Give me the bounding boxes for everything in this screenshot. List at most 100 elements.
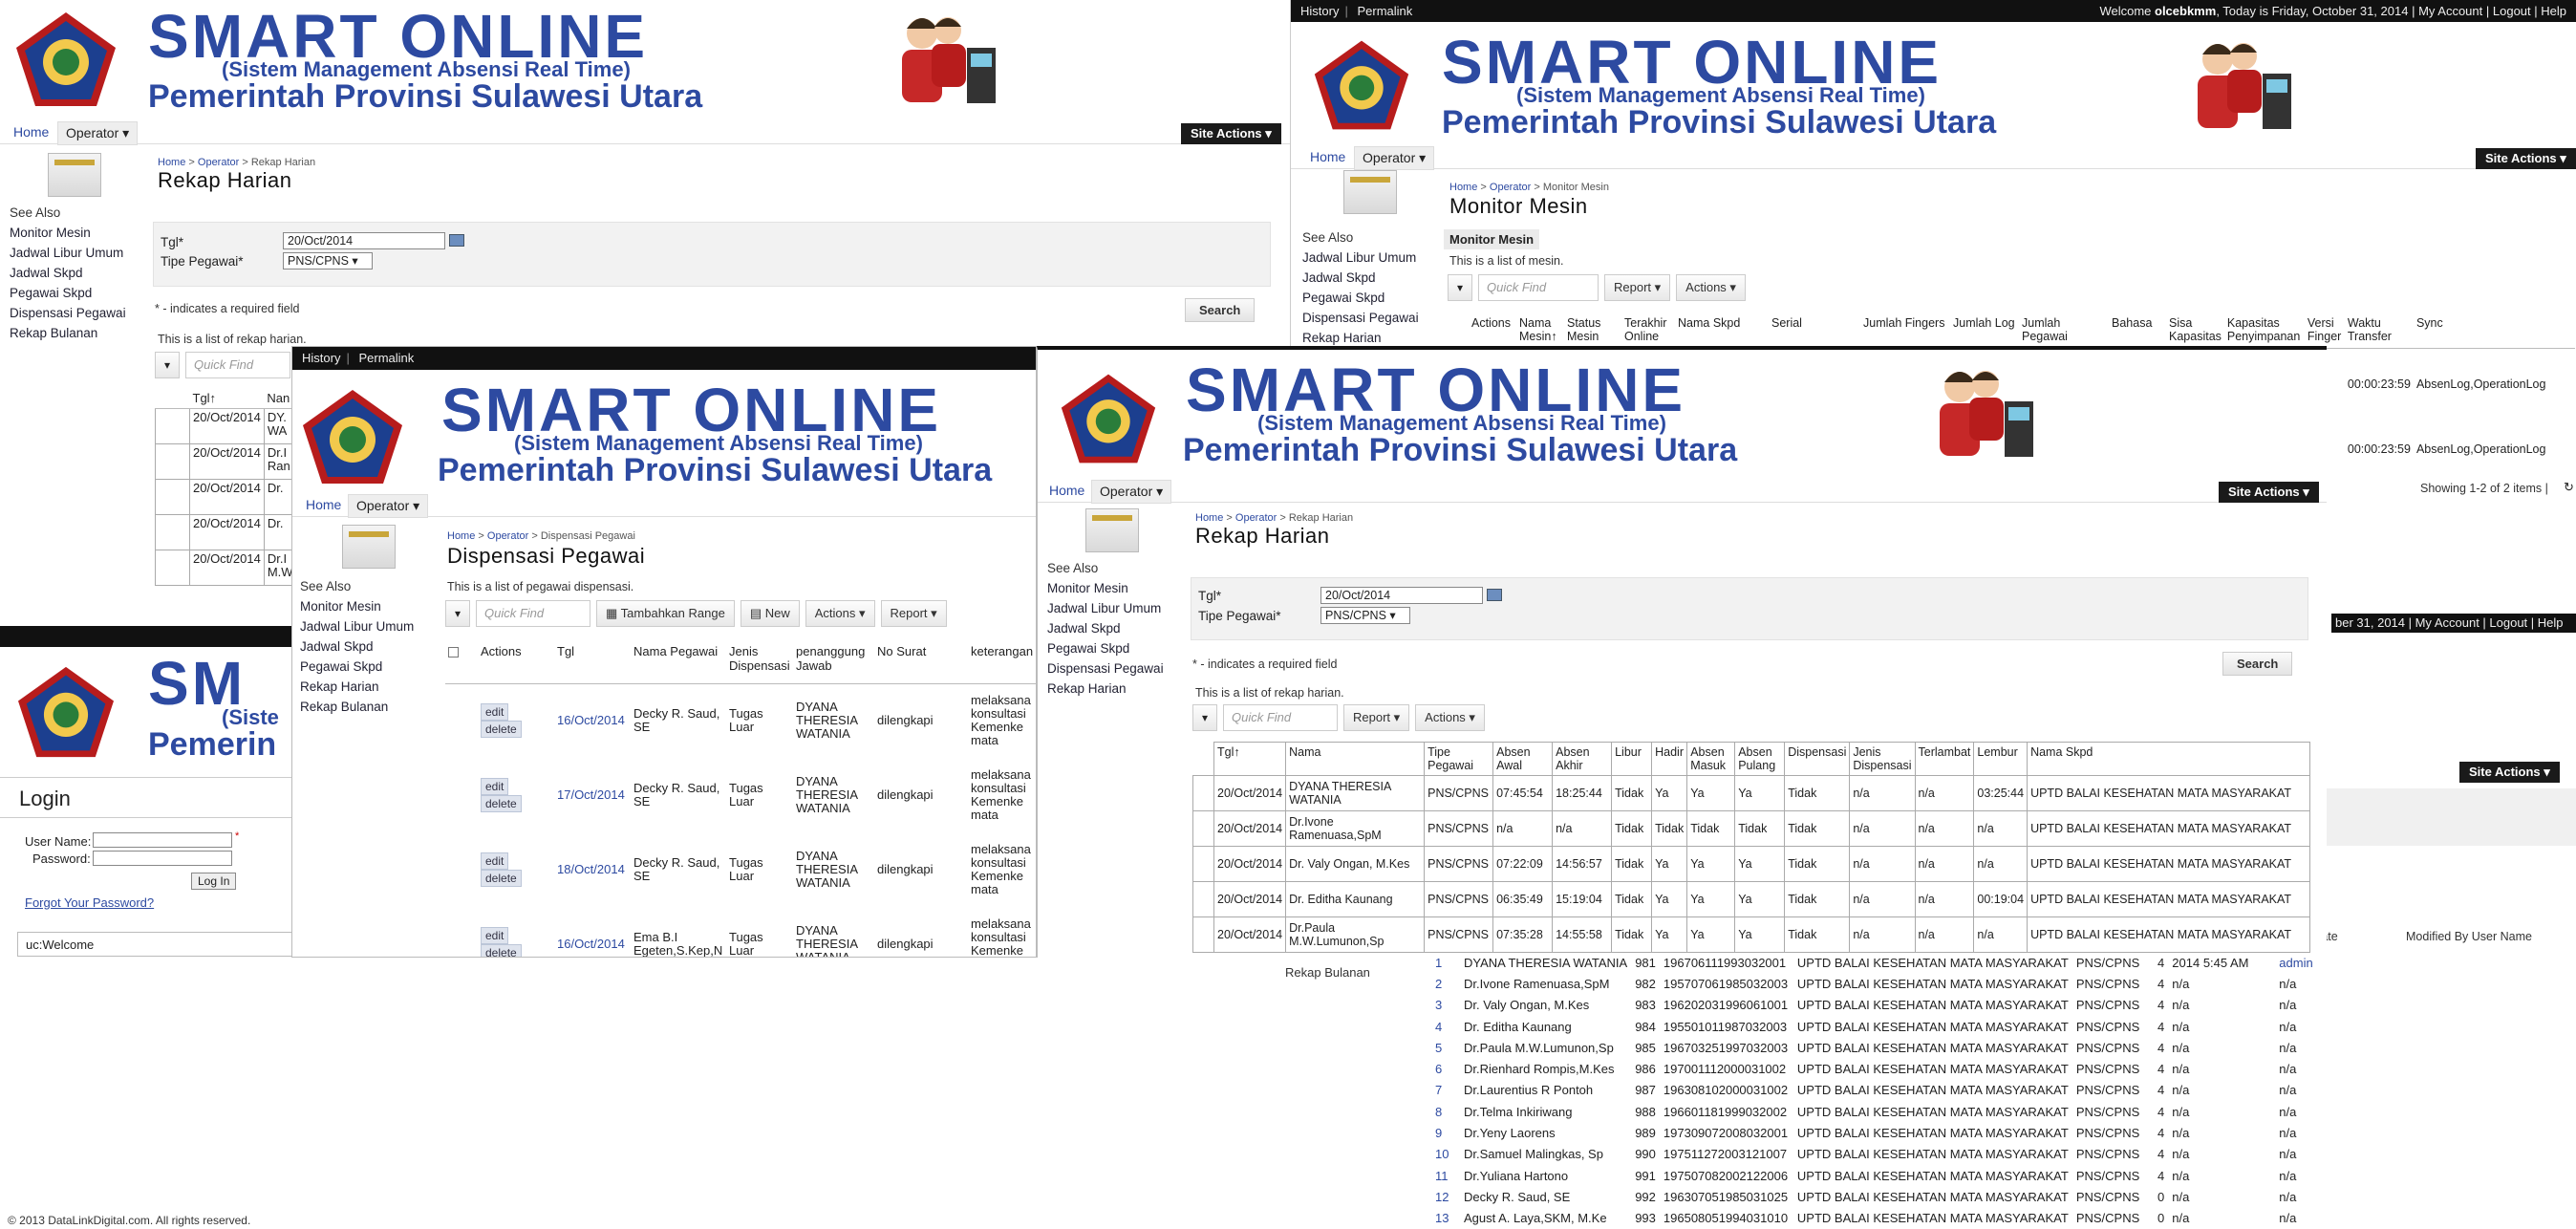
sidebar-item-jadwal-skpd[interactable]: Jadwal Skpd [1302,268,1419,288]
cell[interactable]: 5 [1431,1037,1460,1058]
cell[interactable]: 4 [1431,1016,1460,1037]
list-item[interactable]: 13 Agust A. Laya,SKM, M.Ke 993 196508051994… [1431,1208,2317,1229]
cell[interactable]: 7 [1431,1080,1460,1101]
tgl-link[interactable]: 16/Oct/2014 [554,683,631,758]
col-sync[interactable]: Sync [2413,313,2575,349]
actions-button[interactable]: Actions ▾ [805,600,875,627]
quick-find-input[interactable]: Quick Find [476,600,590,627]
table-row[interactable]: editdelete 16/Oct/2014 Decky R. Saud, SE Tu… [445,683,1036,758]
cell[interactable]: 10 [1431,1144,1460,1165]
password-input[interactable] [93,851,232,866]
table-row[interactable]: editdelete 17/Oct/2014 Decky R. Saud, SE Tu… [445,758,1036,832]
edit-button[interactable]: edit [481,703,509,722]
history-link[interactable]: History [302,351,340,365]
list-item[interactable]: 11 Dr.Yuliana Hartono 991 19750708200212200… [1431,1165,2317,1186]
site-actions-button[interactable]: Site Actions ▾ [2219,482,2319,503]
sidebar-item-pegawai-skpd[interactable]: Pegawai Skpd [1047,638,1164,658]
permalink-link[interactable]: Permalink [358,351,414,365]
table-row[interactable]: 20/Oct/2014 Dr.Paula M.W.Lumunon,Sp PNS/CP… [1192,916,2310,953]
sidebar-item-dispensasi[interactable]: Dispensasi Pegawai [10,303,126,323]
sidebar-item-monitor-mesin[interactable]: Monitor Mesin [1047,578,1164,598]
list-item[interactable]: 5 Dr.Paula M.W.Lumunon,Sp 985 1967032519970… [1431,1037,2317,1058]
row-selector[interactable] [1192,810,1214,847]
col-9[interactable]: Dispensasi [1784,742,1851,776]
cell[interactable]: 13 [1431,1208,1460,1229]
col-terakhir-online[interactable]: Terakhir Online [1621,313,1675,349]
search-button[interactable]: Search [1185,298,1256,322]
tab-monitor-mesin[interactable]: Monitor Mesin [1444,229,1540,249]
col-jumlah-log[interactable]: Jumlah Log [1950,313,2019,349]
tipe-select[interactable]: PNS/CPNS ▾ [1320,607,1410,624]
delete-button[interactable]: delete [481,944,522,957]
list-item[interactable]: 3 Dr. Valy Ongan, M.Kes 983 196202031996061… [1431,995,2317,1016]
chevron-down-icon[interactable]: ▾ [155,352,180,378]
chevron-down-icon[interactable]: ▾ [445,600,470,627]
login-button[interactable]: Log In [191,873,237,890]
col-penanggung-jawab[interactable]: penanggung Jawab [793,641,874,684]
col-nama-mesin[interactable]: Nama Mesin↑ [1516,313,1564,349]
col-jenis-dispensasi[interactable]: Jenis Dispensasi [726,641,793,684]
report-button[interactable]: Report ▾ [880,600,947,627]
col-tgl[interactable]: Tgl↑ [189,388,265,409]
list-item[interactable]: 7 Dr.Laurentius R Pontoh 987 19630810200003… [1431,1080,2317,1101]
col-versi-finger[interactable]: Versi Finger [2304,313,2345,349]
sidebar-item-jadwal-skpd[interactable]: Jadwal Skpd [10,263,126,283]
col-sisa-kapasitas[interactable]: Sisa Kapasitas [2166,313,2224,349]
nav-operator-menu[interactable]: Operator ▾ [1354,146,1435,170]
list-item[interactable]: 12 Decky R. Saud, SE 992 196307051985031025… [1431,1186,2317,1207]
nav-operator-menu[interactable]: Operator ▾ [57,121,139,145]
list-item[interactable]: 4 Dr. Editha Kaunang 984 195501011987032003… [1431,1016,2317,1037]
tipe-select[interactable]: PNS/CPNS ▾ [283,252,373,270]
col-bahasa[interactable]: Bahasa [2109,313,2166,349]
delete-button[interactable]: delete [481,795,522,812]
col-2[interactable]: Tipe Pegawai [1424,742,1494,776]
col-waktu-transfer[interactable]: Waktu Transfer [2344,313,2414,349]
cell[interactable]: 11 [1431,1165,1460,1186]
table-row[interactable]: 20/Oct/2014 Dr. Valy Ongan, M.Kes PNS/CPNS… [1192,846,2310,882]
row-selector[interactable] [1192,916,1214,953]
site-actions-button[interactable]: Site Actions ▾ [1181,123,1281,144]
row-selector[interactable] [1192,775,1214,811]
nav-home[interactable]: Home [1049,483,1084,498]
new-button[interactable]: ▤ New [740,600,800,627]
calendar-icon[interactable] [1487,589,1502,601]
col-status[interactable]: Status Mesin [1564,313,1621,349]
username-input[interactable] [93,832,232,848]
quick-find-input[interactable]: Quick Find [1223,704,1338,731]
sidebar-item-pegawai-skpd[interactable]: Pegawai Skpd [1302,288,1419,308]
sidebar-item-jadwal-skpd[interactable]: Jadwal Skpd [300,636,414,657]
col-12[interactable]: Lembur [1973,742,2029,776]
col-11[interactable]: Terlambat [1914,742,1975,776]
cell[interactable]: 2 [1431,973,1460,994]
col-serial[interactable]: Serial [1769,313,1860,349]
cell[interactable]: 12 [1431,1186,1460,1207]
delete-button[interactable]: delete [481,870,522,887]
col-6[interactable]: Hadir [1651,742,1688,776]
tambahkan-range-button[interactable]: ▦ Tambahkan Range [596,600,735,627]
cell[interactable]: 3 [1431,995,1460,1016]
tgl-input[interactable]: 20/Oct/2014 [283,232,445,249]
col-0[interactable]: Tgl↑ [1213,742,1287,776]
sidebar-item-monitor-mesin[interactable]: Monitor Mesin [10,223,126,243]
col-keterangan[interactable]: keterangan [968,641,1036,684]
list-item[interactable]: 9 Dr.Yeny Laorens 989 197309072008032001 UPT… [1431,1122,2317,1143]
table-row[interactable]: 20/Oct/2014 DYANA THERESIA WATANIA PNS/CPN… [1192,775,2310,811]
sidebar-item-dispensasi[interactable]: Dispensasi Pegawai [1047,658,1164,679]
sidebar-item-pegawai-skpd[interactable]: Pegawai Skpd [300,657,414,677]
col-3[interactable]: Absen Awal [1492,742,1554,776]
delete-button[interactable]: delete [481,721,522,739]
sidebar-item-rekap-harian[interactable]: Rekap Harian [300,677,414,697]
nav-operator-menu[interactable]: Operator ▾ [348,494,429,518]
sidebar-item-dispensasi[interactable]: Dispensasi Pegawai [1302,308,1419,328]
table-row[interactable]: 20/Oct/2014 Dr. Editha Kaunang PNS/CPNS 06:… [1192,881,2310,917]
edit-button[interactable]: edit [481,778,509,795]
chevron-down-icon[interactable]: ▾ [1448,274,1472,301]
list-item[interactable]: 6 Dr.Rienhard Rompis,M.Kes 986 197001112000… [1431,1058,2317,1079]
table-row[interactable]: 20/Oct/2014 Dr.Ivone Ramenuasa,SpM PNS/CPN… [1192,810,2310,847]
sidebar-item-rekap-bulanan[interactable]: Rekap Bulanan [10,323,126,343]
cell[interactable]: 8 [1431,1101,1460,1122]
site-actions-button[interactable]: Site Actions ▾ [2476,148,2576,169]
tgl-link[interactable]: 18/Oct/2014 [554,832,631,907]
nav-home[interactable]: Home [306,497,341,512]
col-13[interactable]: Nama Skpd [2027,742,2310,776]
